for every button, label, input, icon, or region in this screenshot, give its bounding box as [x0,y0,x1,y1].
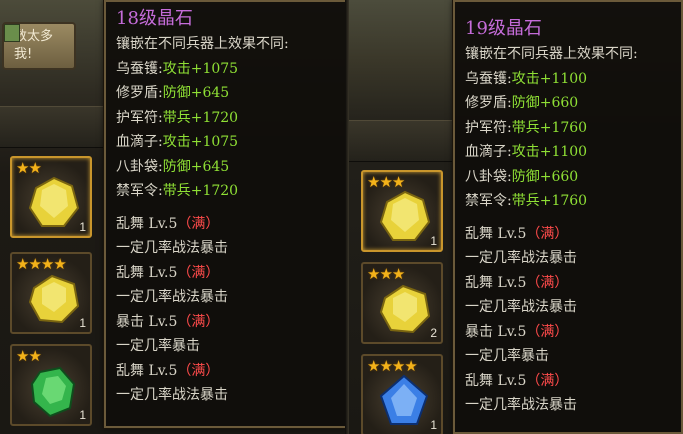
effect-name: 血滴子: [465,144,512,160]
effect-value: 防御+645 [162,85,230,101]
effect-value: 防御+645 [162,158,230,175]
skill-max-tag: （满） [526,225,569,242]
skill-max-tag: （满） [177,313,220,330]
blue-gem-icon [379,374,429,425]
gem-slot[interactable]: ★★★ 2 [361,262,443,344]
effect-name: 血滴子: [116,134,163,150]
skill-name: 暴击 Lv.5 [116,313,178,330]
item-tooltip: 18级晶石 镶嵌在不同兵器上效果不同: 乌蚕镬:攻击+1075 修罗盾:防御+6… [104,0,348,428]
effect-value: 带兵+1760 [511,193,588,209]
effect-value: 带兵+1720 [162,183,239,199]
skill-description: 一定几率战法暴击 [116,289,228,305]
skill-max-tag: （满） [177,264,220,281]
effect-row: 护军符:带兵+1720 [106,106,346,131]
gem-slot[interactable]: ★★★★ 1 [10,252,92,334]
skill-max-tag: （满） [526,372,569,389]
skill-description: 一定几率战法暴击 [116,387,228,403]
effect-row: 修罗盾:防御+645 [106,81,346,106]
skill-row: 暴击 Lv.5（满） [106,310,346,335]
skill-name: 乱舞 Lv.5 [116,264,178,281]
item-count: 1 [79,408,86,422]
skill-row: 乱舞 Lv.5（满） [106,212,346,237]
effect-row: 八卦袋:防御+645 [106,155,346,180]
green-gem-icon [30,366,76,418]
effect-name: 乌蚕镬: [465,70,512,87]
skill-description: 一定几率战法暴击 [465,397,577,413]
skill-row: 乱舞 Lv.5（满） [455,369,681,394]
effect-row: 血滴子:攻击+1075 [106,130,346,155]
effect-value: 攻击+1100 [511,70,588,87]
effect-value: 攻击+1100 [511,144,588,160]
skill-description: 一定几率暴击 [116,338,200,354]
tooltip-title: 18级晶石 [116,8,193,29]
tooltip-title: 19级晶石 [465,18,542,39]
tooltip-description: 镶嵌在不同兵器上效果不同: [116,36,289,52]
item-count: 1 [430,234,437,248]
gem-slot[interactable]: ★★★ 1 [361,170,443,252]
gem-slot[interactable]: ★★★★ 1 [361,354,443,434]
effect-row: 护军符:带兵+1760 [455,116,681,141]
item-count: 2 [430,326,437,340]
skill-max-tag: （满） [177,215,220,232]
chat-tab-icon [4,24,20,42]
item-count: 1 [79,316,86,330]
effect-row: 禁军令:带兵+1720 [106,179,346,204]
skill-description: 一定几率暴击 [465,348,549,364]
effect-value: 攻击+1075 [162,134,239,150]
chat-message-box[interactable]: 数太多我! [2,22,76,70]
skill-max-tag: （满） [526,274,569,291]
effect-row: 乌蚕镬:攻击+1100 [455,67,681,92]
skill-name: 暴击 Lv.5 [465,323,527,340]
effect-name: 八卦袋: [116,158,163,175]
effect-row: 血滴子:攻击+1100 [455,140,681,165]
skill-row: 乱舞 Lv.5（满） [106,359,346,384]
effect-value: 防御+660 [511,95,579,111]
skill-name: 乱舞 Lv.5 [465,225,527,242]
yellow-gem-icon [379,284,431,334]
effect-name: 修罗盾: [116,85,163,101]
skill-name: 乱舞 Lv.5 [465,274,527,291]
effect-name: 八卦袋: [465,168,512,185]
effect-name: 护军符: [465,119,512,136]
effect-value: 防御+660 [511,168,579,185]
effect-name: 乌蚕镬: [116,60,163,77]
skill-description: 一定几率战法暴击 [116,240,228,256]
tooltip-description: 镶嵌在不同兵器上效果不同: [465,46,638,62]
effect-name: 禁军令: [116,183,163,199]
effect-name: 护军符: [116,109,163,126]
panel-header-bar [349,120,453,162]
skill-row: 乱舞 Lv.5（满） [455,271,681,296]
skill-max-tag: （满） [177,362,220,379]
game-scene: 数太多我! ★★ 1 ★★★★ 1 ★★ 1 18级晶石 镶嵌在不同兵器上效果不… [0,0,683,434]
skill-row: 暴击 Lv.5（满） [455,320,681,345]
skill-name: 乱舞 Lv.5 [116,362,178,379]
effect-row: 乌蚕镬:攻击+1075 [106,57,346,82]
effect-row: 禁军令:带兵+1760 [455,189,681,214]
yellow-gem-icon [28,176,80,227]
yellow-gem-icon [379,190,431,241]
skill-name: 乱舞 Lv.5 [465,372,527,389]
skill-description: 一定几率战法暴击 [465,299,577,315]
effect-name: 禁军令: [465,193,512,209]
skill-name: 乱舞 Lv.5 [116,215,178,232]
effect-name: 修罗盾: [465,95,512,111]
skill-max-tag: （满） [526,323,569,340]
item-count: 1 [430,418,437,432]
skill-description: 一定几率战法暴击 [465,250,577,266]
effect-value: 带兵+1760 [511,119,588,136]
panel-header-bar [0,106,104,148]
effect-value: 攻击+1075 [162,60,239,77]
skill-row: 乱舞 Lv.5（满） [455,222,681,247]
gem-slot[interactable]: ★★ 1 [10,344,92,426]
effect-row: 修罗盾:防御+660 [455,91,681,116]
item-count: 1 [79,220,86,234]
yellow-gem-icon [28,274,80,324]
skill-row: 乱舞 Lv.5（满） [106,261,346,286]
effect-value: 带兵+1720 [162,109,239,126]
gem-slot[interactable]: ★★ 1 [10,156,92,238]
item-tooltip: 19级晶石 镶嵌在不同兵器上效果不同: 乌蚕镬:攻击+1100 修罗盾:防御+6… [453,0,683,434]
effect-row: 八卦袋:防御+660 [455,165,681,190]
left-screenshot-panel: 数太多我! ★★ 1 ★★★★ 1 ★★ 1 18级晶石 镶嵌在不同兵器上效果不… [0,0,349,434]
